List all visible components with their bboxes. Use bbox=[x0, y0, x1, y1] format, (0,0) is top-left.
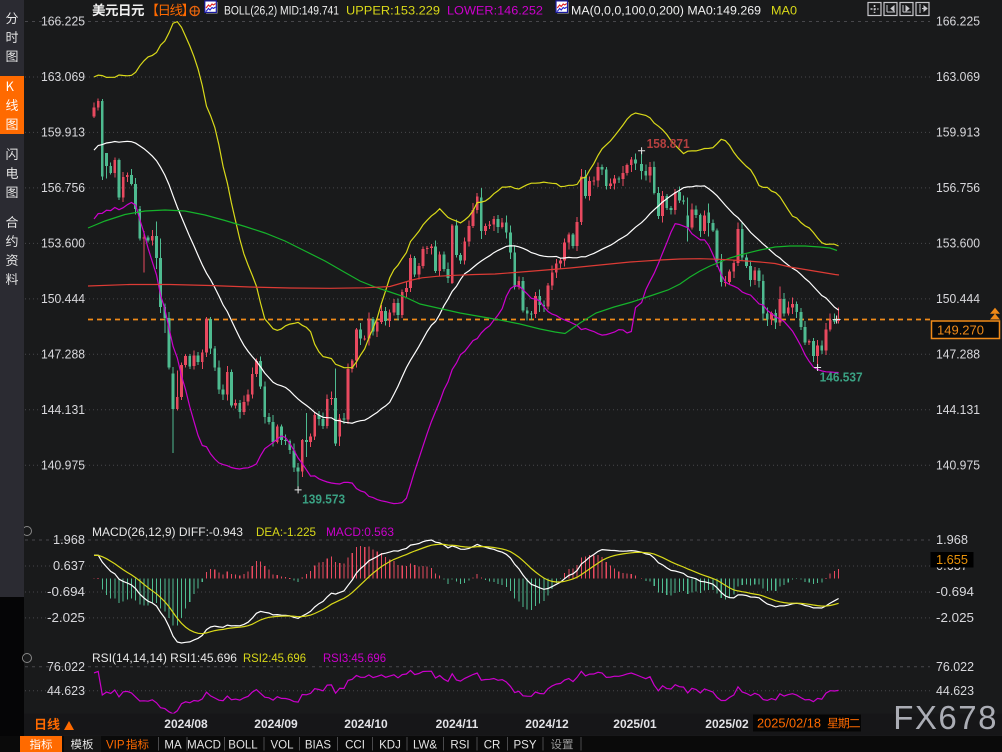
svg-text:1.655: 1.655 bbox=[936, 552, 968, 567]
svg-text:-0.694: -0.694 bbox=[936, 584, 974, 599]
svg-text:VOL: VOL bbox=[270, 740, 294, 752]
svg-text:76.022: 76.022 bbox=[936, 659, 974, 674]
svg-text:166.225: 166.225 bbox=[936, 14, 980, 29]
svg-text:MA0: MA0 bbox=[771, 6, 797, 18]
svg-text:153.600: 153.600 bbox=[936, 235, 980, 250]
svg-text:139.573: 139.573 bbox=[302, 491, 345, 506]
svg-text:DEA:-1.225: DEA:-1.225 bbox=[256, 527, 316, 539]
svg-text:149.270: 149.270 bbox=[937, 323, 984, 338]
svg-text:PSY: PSY bbox=[513, 740, 536, 752]
svg-text:CR: CR bbox=[484, 740, 501, 752]
svg-text:44.623: 44.623 bbox=[47, 683, 85, 698]
svg-text:2025/02/18: 2025/02/18 bbox=[757, 717, 821, 731]
svg-text:BOLL(26,2) MID:149.741: BOLL(26,2) MID:149.741 bbox=[224, 6, 339, 18]
svg-text:163.069: 163.069 bbox=[936, 69, 980, 84]
svg-text:1.968: 1.968 bbox=[936, 532, 968, 547]
svg-text:163.069: 163.069 bbox=[41, 69, 85, 84]
svg-text:147.288: 147.288 bbox=[41, 346, 85, 361]
svg-text:RSI2:45.696: RSI2:45.696 bbox=[243, 653, 306, 665]
svg-text:166.225: 166.225 bbox=[41, 14, 85, 29]
svg-text:MA: MA bbox=[164, 740, 182, 752]
svg-text:140.975: 140.975 bbox=[41, 457, 85, 472]
svg-text:146.537: 146.537 bbox=[820, 370, 863, 385]
svg-text:2024/12: 2024/12 bbox=[525, 717, 569, 731]
svg-text:UPPER:153.229: UPPER:153.229 bbox=[346, 6, 440, 18]
svg-text:2025/02: 2025/02 bbox=[705, 717, 749, 731]
svg-text:FX678: FX678 bbox=[893, 699, 998, 736]
svg-text:144.131: 144.131 bbox=[41, 402, 85, 417]
svg-text:RSI(14,14,14) RSI1:45.696: RSI(14,14,14) RSI1:45.696 bbox=[92, 653, 237, 665]
svg-text:CCI: CCI bbox=[345, 740, 365, 752]
svg-text:LOWER:146.252: LOWER:146.252 bbox=[447, 6, 543, 18]
svg-text:158.871: 158.871 bbox=[647, 136, 690, 151]
svg-text:MACD: MACD bbox=[187, 740, 221, 752]
svg-text:2025/01: 2025/01 bbox=[613, 717, 657, 731]
svg-text:76.022: 76.022 bbox=[47, 659, 85, 674]
svg-text:0.637: 0.637 bbox=[53, 558, 85, 573]
svg-text:RSI: RSI bbox=[450, 740, 469, 752]
svg-text:159.913: 159.913 bbox=[936, 124, 980, 139]
svg-text:MACD(26,12,9) DIFF:-0.943: MACD(26,12,9) DIFF:-0.943 bbox=[92, 527, 243, 539]
svg-text:RSI3:45.696: RSI3:45.696 bbox=[323, 653, 386, 665]
svg-text:MA(0,0,0,100,0,200) MA0:149.26: MA(0,0,0,100,0,200) MA0:149.269 bbox=[571, 6, 761, 18]
svg-text:153.600: 153.600 bbox=[41, 235, 85, 250]
svg-text:-0.694: -0.694 bbox=[47, 584, 85, 599]
svg-text:150.444: 150.444 bbox=[936, 291, 980, 306]
svg-text:2024/09: 2024/09 bbox=[254, 717, 298, 731]
svg-text:VIP: VIP bbox=[106, 740, 125, 752]
svg-text:159.913: 159.913 bbox=[41, 124, 85, 139]
svg-text:2024/10: 2024/10 bbox=[344, 717, 388, 731]
svg-text:150.444: 150.444 bbox=[41, 291, 85, 306]
svg-text:KDJ: KDJ bbox=[379, 740, 401, 752]
svg-text:LW&: LW& bbox=[413, 740, 437, 752]
svg-text:140.975: 140.975 bbox=[936, 457, 980, 472]
svg-text:BOLL: BOLL bbox=[228, 740, 258, 752]
svg-text:-2.025: -2.025 bbox=[47, 610, 85, 625]
svg-text:44.623: 44.623 bbox=[936, 683, 974, 698]
svg-text:-2.025: -2.025 bbox=[936, 610, 974, 625]
svg-text:MACD:0.563: MACD:0.563 bbox=[326, 527, 394, 539]
svg-text:2024/11: 2024/11 bbox=[436, 717, 479, 731]
svg-text:2024/08: 2024/08 bbox=[164, 717, 208, 731]
svg-text:156.756: 156.756 bbox=[41, 180, 85, 195]
svg-text:BIAS: BIAS bbox=[305, 740, 332, 752]
svg-text:1.968: 1.968 bbox=[53, 532, 85, 547]
svg-text:147.288: 147.288 bbox=[936, 346, 980, 361]
svg-text:156.756: 156.756 bbox=[936, 180, 980, 195]
svg-text:144.131: 144.131 bbox=[936, 402, 980, 417]
